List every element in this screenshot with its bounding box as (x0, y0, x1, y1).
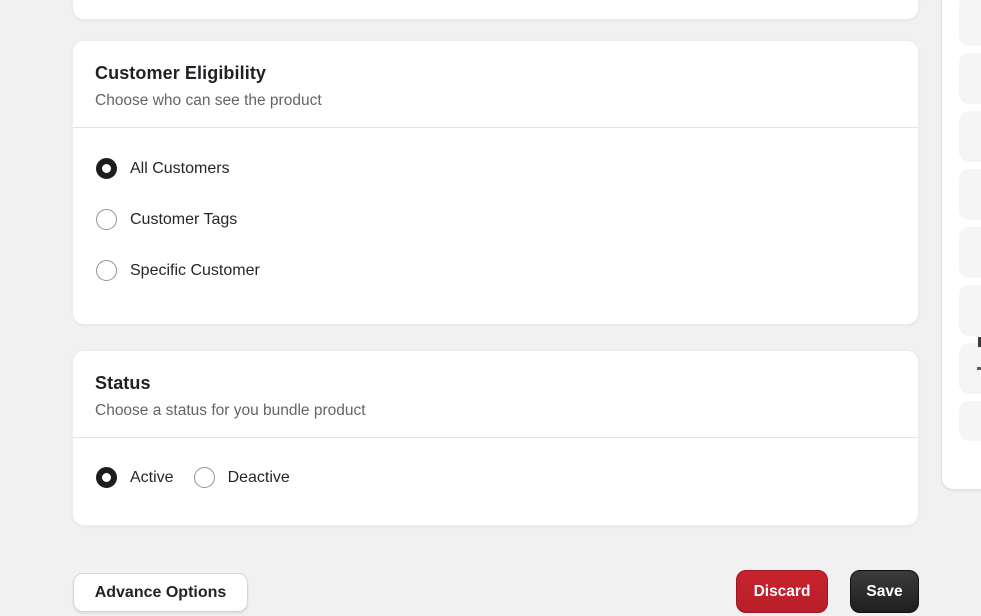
radio-unselected-icon[interactable] (96, 209, 117, 230)
radio-selected-icon[interactable] (96, 158, 117, 179)
previous-card-partial (72, 0, 919, 20)
radio-option-label: Active (130, 468, 174, 486)
right-side-panel-partial (941, 0, 981, 490)
clipped-text-fragment (977, 367, 981, 370)
radio-option-label: Customer Tags (130, 210, 238, 228)
customer-eligibility-card: Customer Eligibility Choose who can see … (72, 40, 919, 325)
customer-eligibility-subtitle: Choose who can see the product (95, 92, 322, 109)
right-panel-item (959, 0, 981, 46)
radio-option-label: Specific Customer (130, 261, 260, 279)
radio-option-active[interactable]: Active (96, 467, 174, 488)
right-panel-item (959, 285, 981, 336)
radio-unselected-icon[interactable] (193, 467, 215, 488)
status-options: Active Deactive (73, 438, 918, 517)
right-panel-item (959, 111, 981, 162)
right-panel-item (959, 227, 981, 278)
customer-eligibility-header: Customer Eligibility Choose who can see … (73, 41, 918, 110)
radio-option-specific-customer[interactable]: Specific Customer (96, 260, 896, 281)
save-button[interactable]: Save (850, 570, 919, 613)
status-card: Status Choose a status for you bundle pr… (72, 350, 919, 526)
radio-option-all-customers[interactable]: All Customers (96, 158, 896, 179)
radio-option-customer-tags[interactable]: Customer Tags (96, 209, 896, 230)
status-title: Status (95, 373, 151, 393)
right-panel-items (959, 0, 981, 441)
status-header: Status Choose a status for you bundle pr… (73, 351, 918, 420)
page: Customer Eligibility Choose who can see … (0, 0, 981, 616)
right-panel-item (959, 169, 981, 220)
right-panel-item (959, 53, 981, 104)
radio-selected-icon[interactable] (96, 467, 117, 488)
radio-option-label: Deactive (227, 468, 290, 486)
status-subtitle: Choose a status for you bundle product (95, 402, 366, 419)
advance-options-button[interactable]: Advance Options (73, 573, 248, 612)
customer-eligibility-options: All Customers Customer Tags Specific Cus… (73, 128, 918, 306)
radio-option-label: All Customers (130, 159, 230, 177)
right-panel-item (959, 401, 981, 441)
radio-unselected-icon[interactable] (96, 260, 117, 281)
discard-button[interactable]: Discard (736, 570, 828, 613)
customer-eligibility-title: Customer Eligibility (95, 63, 267, 83)
radio-option-deactive[interactable]: Deactive (193, 467, 290, 488)
